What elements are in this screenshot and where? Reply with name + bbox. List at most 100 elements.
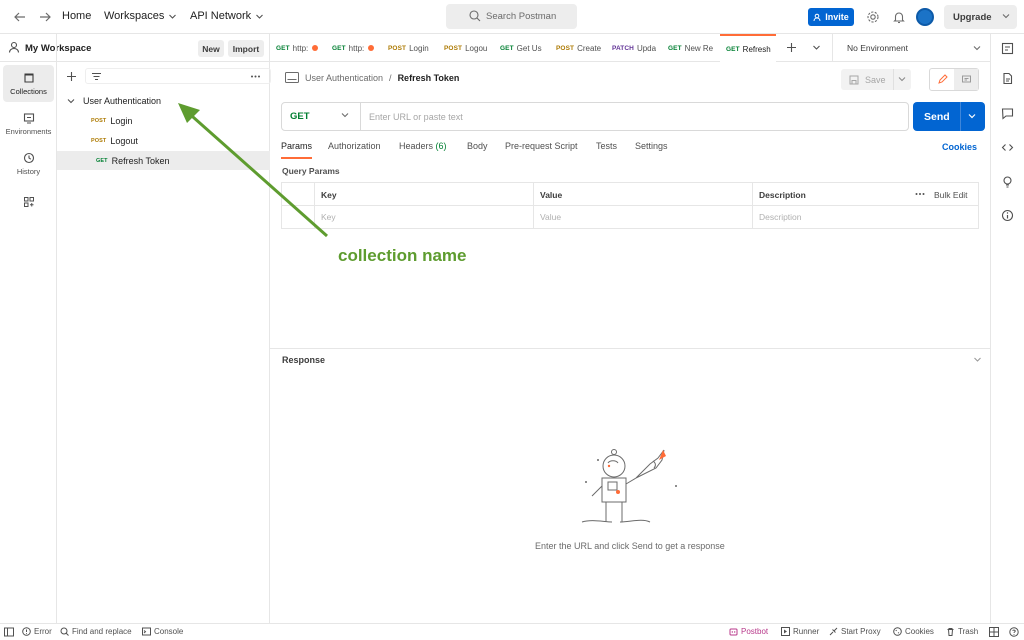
bulk-edit-link[interactable]: Bulk Edit bbox=[934, 190, 968, 200]
error-icon bbox=[22, 627, 31, 636]
proxy-icon bbox=[829, 627, 838, 636]
comment-mode-icon[interactable] bbox=[954, 69, 978, 90]
column-header-value: Value bbox=[540, 190, 563, 200]
upgrade-button[interactable]: Upgrade bbox=[944, 5, 1017, 29]
request-tab[interactable]: POST Login bbox=[382, 34, 438, 62]
info-icon[interactable] bbox=[1001, 209, 1014, 222]
method-badge: POST bbox=[91, 137, 107, 144]
send-button[interactable]: Send bbox=[913, 102, 985, 131]
save-button[interactable]: Save bbox=[841, 69, 911, 90]
sidebar-item-label: Environments bbox=[5, 126, 52, 136]
plus-icon[interactable] bbox=[66, 71, 77, 82]
status-runner[interactable]: Runner bbox=[781, 627, 819, 636]
unsaved-dot bbox=[312, 45, 319, 51]
search-input[interactable]: Search Postman bbox=[446, 4, 577, 29]
edit-mode-toggle bbox=[929, 68, 979, 91]
tab-method: GET bbox=[276, 44, 290, 52]
environments-icon bbox=[23, 112, 35, 124]
environment-quick-look-icon[interactable] bbox=[1001, 42, 1014, 55]
method-badge: POST bbox=[91, 117, 107, 124]
tab-method: GET bbox=[668, 44, 682, 52]
chevron-down-icon[interactable] bbox=[897, 74, 907, 84]
row-divider bbox=[282, 205, 978, 206]
request-tab[interactable]: GET Get Us bbox=[494, 34, 550, 62]
top-bar: Home Workspaces API Network Search Postm… bbox=[0, 0, 1024, 34]
status-error[interactable]: Error bbox=[22, 627, 52, 636]
sidebar-item-environments[interactable]: Environments bbox=[3, 105, 54, 142]
request-tab[interactable]: GET http: bbox=[326, 34, 382, 62]
url-bar: GET bbox=[281, 102, 909, 131]
request-tab[interactable]: POST Create bbox=[550, 34, 606, 62]
chevron-down-icon[interactable] bbox=[973, 355, 982, 364]
pencil-icon[interactable] bbox=[930, 69, 954, 90]
request-tab[interactable]: PATCH Upda bbox=[606, 34, 662, 62]
bell-icon[interactable] bbox=[892, 10, 906, 24]
layout-icon[interactable] bbox=[989, 627, 999, 637]
new-button[interactable]: New bbox=[198, 40, 224, 57]
documentation-icon[interactable] bbox=[1001, 72, 1014, 85]
sidebar-item-history[interactable]: History bbox=[3, 145, 54, 182]
url-input[interactable] bbox=[361, 104, 901, 129]
unsaved-dot bbox=[368, 45, 375, 51]
tab-label: Create bbox=[577, 43, 602, 53]
status-start-proxy[interactable]: Start Proxy bbox=[829, 627, 881, 636]
status-postbot[interactable]: Postbot bbox=[729, 627, 768, 636]
breadcrumb-separator: / bbox=[389, 72, 392, 83]
tab-pre-request-script[interactable]: Pre-request Script bbox=[505, 141, 578, 159]
invite-button[interactable]: Invite bbox=[808, 8, 854, 26]
value-input[interactable]: Value bbox=[540, 212, 561, 222]
sidebar-item-label: Collections bbox=[10, 86, 47, 96]
annotation-label: collection name bbox=[338, 246, 467, 265]
nav-workspaces[interactable]: Workspaces bbox=[104, 10, 177, 22]
comments-icon[interactable] bbox=[1001, 107, 1014, 120]
collections-search-input[interactable] bbox=[85, 68, 271, 84]
tab-settings[interactable]: Settings bbox=[635, 141, 668, 159]
request-tab-active[interactable]: GET Refresh bbox=[720, 34, 776, 62]
chevron-down-icon bbox=[168, 12, 177, 21]
nav-api-network[interactable]: API Network bbox=[190, 10, 264, 22]
tab-body[interactable]: Body bbox=[467, 141, 488, 159]
chevron-down-icon bbox=[340, 110, 350, 120]
status-cookies[interactable]: Cookies bbox=[893, 627, 934, 636]
sidebar-item-more[interactable] bbox=[3, 187, 54, 217]
tabs-overflow-chevron-icon[interactable] bbox=[812, 43, 821, 52]
status-trash[interactable]: Trash bbox=[946, 627, 978, 636]
forward-arrow-icon[interactable] bbox=[37, 9, 53, 25]
right-rail bbox=[990, 34, 1024, 623]
new-tab-plus-icon[interactable] bbox=[786, 42, 797, 53]
nav-home[interactable]: Home bbox=[62, 10, 91, 22]
more-options-icon[interactable] bbox=[250, 71, 261, 82]
search-icon bbox=[469, 10, 481, 22]
status-find-replace[interactable]: Find and replace bbox=[60, 627, 132, 636]
lightbulb-icon[interactable] bbox=[1001, 175, 1014, 188]
cookies-link[interactable]: Cookies bbox=[942, 142, 977, 152]
tab-tests[interactable]: Tests bbox=[596, 141, 617, 159]
tab-headers[interactable]: Headers (6) bbox=[399, 141, 447, 159]
avatar[interactable] bbox=[916, 8, 934, 26]
import-button[interactable]: Import bbox=[228, 40, 264, 57]
request-tab[interactable]: GET http: bbox=[270, 34, 326, 62]
back-arrow-icon[interactable] bbox=[12, 9, 28, 25]
breadcrumb-parent[interactable]: User Authentication bbox=[305, 73, 383, 83]
status-console[interactable]: Console bbox=[142, 627, 183, 636]
nav-workspaces-label: Workspaces bbox=[104, 10, 165, 22]
environment-select[interactable]: No Environment bbox=[832, 34, 990, 62]
save-icon bbox=[849, 75, 859, 85]
code-icon[interactable] bbox=[1001, 141, 1014, 154]
breadcrumb: User Authentication / Refresh Token bbox=[285, 72, 459, 83]
response-title: Response bbox=[282, 355, 326, 365]
description-input[interactable]: Description bbox=[759, 212, 802, 222]
nav-api-network-label: API Network bbox=[190, 10, 252, 22]
toggle-sidebar-icon[interactable] bbox=[4, 627, 14, 637]
column-header-description: Description bbox=[759, 190, 806, 200]
request-tab[interactable]: POST Logou bbox=[438, 34, 494, 62]
chevron-down-icon[interactable] bbox=[966, 110, 978, 122]
more-options-icon[interactable] bbox=[915, 191, 925, 197]
sidebar-item-collections[interactable]: Collections bbox=[3, 65, 54, 102]
help-icon[interactable] bbox=[1009, 627, 1019, 637]
request-tab[interactable]: GET New Re bbox=[662, 34, 718, 62]
breadcrumb-current[interactable]: Refresh Token bbox=[398, 73, 460, 83]
gear-icon[interactable] bbox=[866, 10, 880, 24]
tab-method: POST bbox=[444, 44, 463, 52]
environment-label: No Environment bbox=[847, 43, 908, 53]
